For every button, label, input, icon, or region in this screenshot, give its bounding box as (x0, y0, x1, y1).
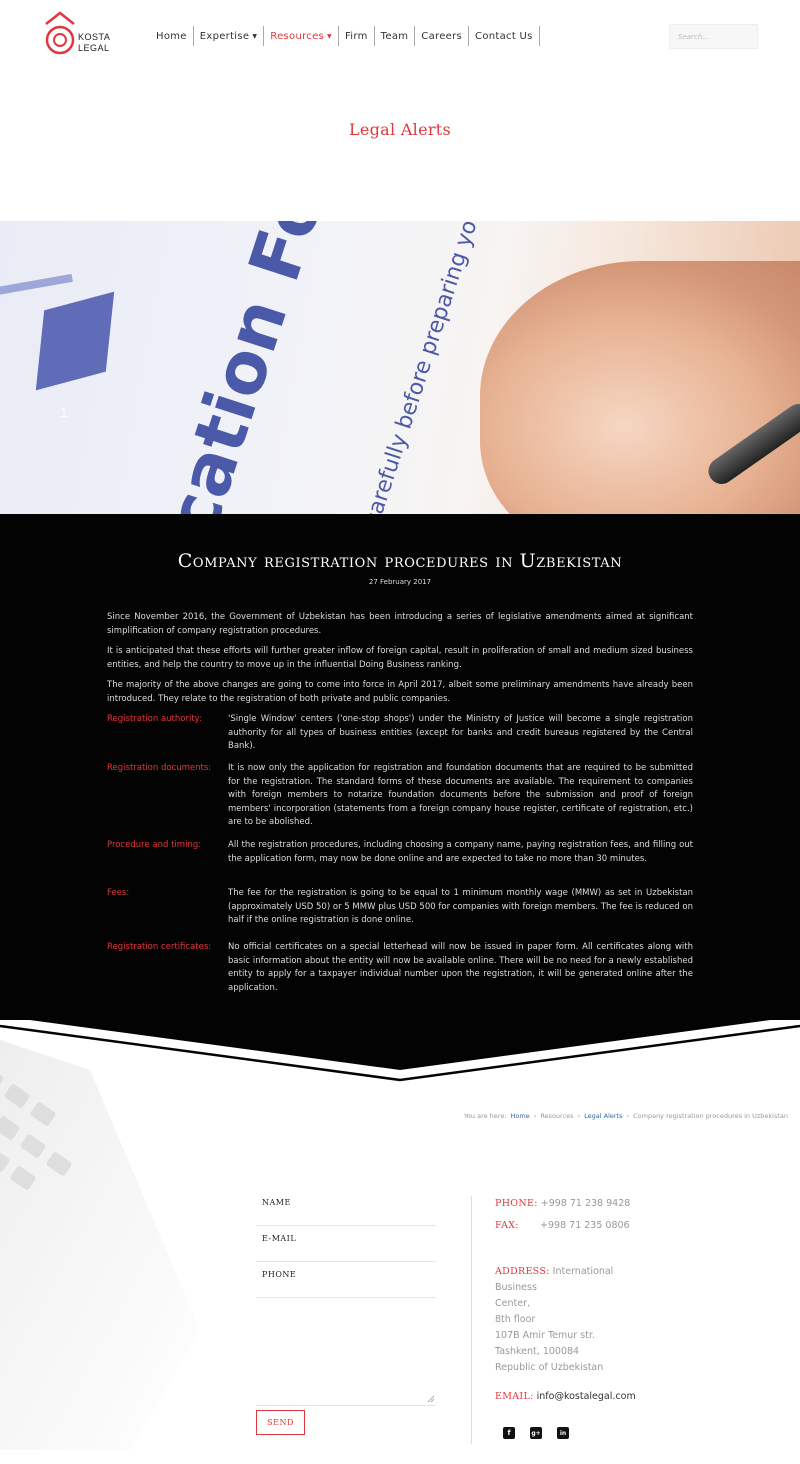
row-text-certificates: No official certificates on a special le… (228, 942, 693, 993)
caret-down-icon: ▼ (327, 32, 332, 40)
phone-value[interactable]: +998 71 238 9428 (541, 1198, 631, 1209)
contact-divider (471, 1196, 472, 1444)
hero-text-large: cation For (150, 221, 351, 514)
logo-icon (45, 11, 75, 55)
nav-resources-label: Resources (270, 30, 325, 42)
fax-value: +998 71 235 0806 (540, 1220, 630, 1231)
logo-line2: LEGAL (78, 43, 110, 53)
address-line-6: Republic of Uzbekistan (495, 1362, 604, 1373)
row-label-certificates: Registration certificates: (107, 942, 212, 952)
nav-team-label: Team (380, 30, 409, 42)
breadcrumb-current: Company registration procedures in Uzbek… (633, 1112, 788, 1120)
finger-decoration (480, 261, 800, 514)
nav-resources[interactable]: Resources ▼ (264, 26, 339, 46)
address-line-4: 107B Amir Temur str. (495, 1330, 595, 1341)
row-text-procedure: All the registration procedures, includi… (228, 840, 693, 864)
nav-expertise-label: Expertise (199, 30, 250, 42)
search-input[interactable]: Search... (669, 24, 758, 49)
hero-text-small: carefully before preparing your a (360, 221, 496, 514)
row-text-authority: 'Single Window' centers ('one-stop shops… (228, 714, 693, 751)
resize-handle-icon[interactable] (427, 1395, 435, 1403)
breadcrumb: You are here: Home › Resources › Legal A… (464, 1112, 788, 1120)
nav-careers-label: Careers (421, 30, 463, 42)
nav-careers[interactable]: Careers (415, 26, 470, 46)
caret-down-icon: ▼ (252, 32, 258, 40)
email-info: Email: info@kostalegal.com (495, 1389, 636, 1405)
send-button[interactable]: Send (256, 1410, 305, 1435)
breadcrumb-separator: › (577, 1112, 581, 1120)
nav-contact-us[interactable]: Contact Us (469, 26, 540, 46)
name-field[interactable]: Name (256, 1190, 436, 1226)
logo-line1: KOSTA (78, 32, 111, 42)
row-label-fees: Fees: (107, 888, 130, 898)
nav-expertise[interactable]: Expertise ▼ (194, 26, 265, 46)
site-header: KOSTA LEGAL Home Expertise ▼ Resources ▼ F… (0, 0, 800, 80)
breadcrumb-resources: Resources (540, 1112, 574, 1120)
breadcrumb-home[interactable]: Home (511, 1112, 530, 1120)
phone-info: Phone: +998 71 238 9428 (495, 1196, 630, 1212)
nav-firm-label: Firm (344, 30, 368, 42)
address-line-2: Center, (495, 1298, 530, 1309)
name-field-label: Name (262, 1198, 291, 1207)
address-line-3: 8th floor (495, 1314, 536, 1325)
section-chevron (0, 1010, 800, 1082)
main-nav: Home Expertise ▼ Resources ▼ Firm Team Car… (150, 26, 540, 46)
breadcrumb-separator: › (626, 1112, 630, 1120)
nav-contact-label: Contact Us (475, 30, 533, 42)
article-date: 27 February 2017 (368, 578, 432, 586)
row-label-procedure: Procedure and timing: (107, 840, 202, 850)
message-textarea[interactable] (256, 1298, 436, 1406)
send-button-label: Send (267, 1418, 294, 1427)
nav-team[interactable]: Team (375, 26, 416, 46)
article-title: Company registration procedures in Uzbek… (177, 550, 623, 572)
address-info: Address: International Business Center, … (495, 1264, 645, 1376)
facebook-icon[interactable]: f (503, 1427, 515, 1439)
article-paragraph-2: It is anticipated that these efforts wil… (107, 646, 693, 670)
article-paragraph-3: The majority of the above changes are go… (107, 680, 693, 704)
email-label: Email: (495, 1391, 534, 1402)
address-line-5: Tashkent, 100084 (495, 1346, 580, 1357)
google-plus-icon[interactable]: g+ (530, 1427, 542, 1439)
email-field[interactable]: E-mail (256, 1226, 436, 1262)
row-label-authority: Registration authority: (107, 714, 202, 724)
article-paragraph-1: Since November 2016, the Government of U… (107, 612, 693, 636)
article-section: Company registration procedures in Uzbek… (0, 514, 800, 1020)
phone-field[interactable]: Phone (256, 1262, 436, 1298)
phone-field-label: Phone (262, 1270, 297, 1279)
logo-text: KOSTA LEGAL (78, 32, 110, 54)
linkedin-icon[interactable]: in (557, 1427, 569, 1439)
breadcrumb-separator: › (533, 1112, 537, 1120)
laptop-decoration (0, 1040, 200, 1450)
page-title: Legal Alerts (348, 120, 452, 139)
email-field-label: E-mail (262, 1234, 297, 1243)
hero-text-number: 1 (60, 406, 68, 420)
row-text-fees: The fee for the registration is going to… (228, 888, 693, 925)
breadcrumb-legal-alerts[interactable]: Legal Alerts (584, 1112, 622, 1120)
row-text-documents: It is now only the application for regis… (228, 763, 693, 827)
contact-form: Name E-mail Phone (256, 1190, 436, 1406)
hero-image: cation For carefully before preparing yo… (0, 221, 800, 514)
fax-label: Fax: (495, 1220, 519, 1231)
kosta-legal-logo[interactable]: KOSTA LEGAL (42, 10, 122, 62)
nav-home[interactable]: Home (150, 26, 194, 46)
row-label-documents: Registration documents: (107, 763, 212, 773)
nav-home-label: Home (156, 30, 187, 42)
breadcrumb-prefix: You are here: (463, 1112, 507, 1120)
nav-firm[interactable]: Firm (339, 26, 375, 46)
email-value[interactable]: info@kostalegal.com (537, 1391, 636, 1402)
phone-label: Phone: (495, 1198, 538, 1209)
address-label: Address: (495, 1266, 550, 1277)
fax-info: Fax: +998 71 235 0806 (495, 1218, 630, 1234)
